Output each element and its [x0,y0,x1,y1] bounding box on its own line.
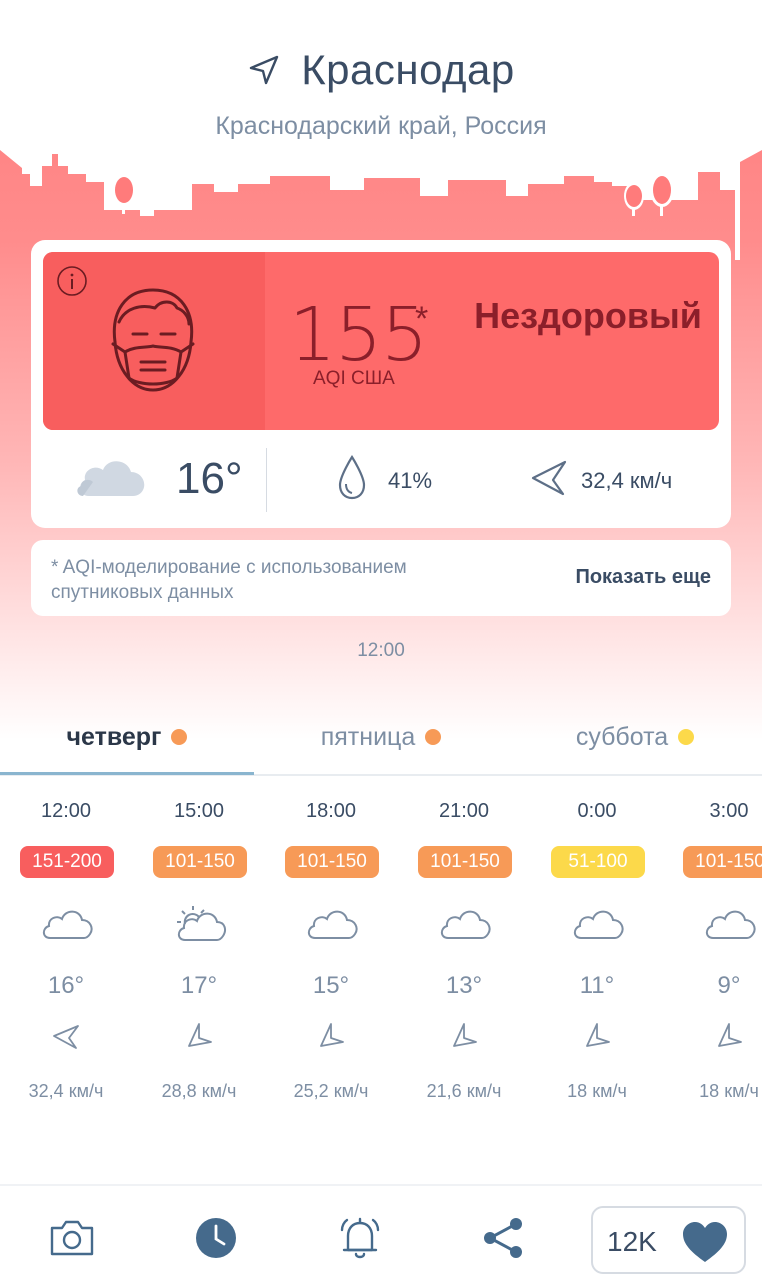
forecast-wind: 18 км/ч [567,1081,627,1101]
forecast-item[interactable]: 21:00 101-150 13° 21,6 км/ч [398,778,530,1128]
bell-icon[interactable] [336,1214,384,1262]
bottom-navigation: 12K [0,1184,762,1280]
wind-speed: 32,4 км/ч [581,468,673,493]
wind-arrow-icon [531,460,567,496]
aqi-range-badge: 101-150 [418,846,512,878]
cloud-icon [307,910,358,939]
aqi-range-badge: 101-150 [285,846,379,878]
forecast-wind: 25,2 км/ч [293,1081,369,1101]
forecast-wind: 18 км/ч [699,1081,759,1101]
forecast-wind: 21,6 км/ч [426,1081,502,1101]
tab-label: суббота [575,722,669,751]
forecast-wind: 32,4 км/ч [28,1081,104,1101]
update-time: 12:00 [357,640,405,661]
forecast-time: 15:00 [173,800,225,822]
humidity-value: 41% [388,468,433,493]
wind-arrow-icon [453,1023,477,1047]
forecast-wind: 28,8 км/ч [161,1081,237,1101]
forecast-time: 3:00 [709,800,749,822]
city-name[interactable]: Краснодар [301,46,515,94]
like-button[interactable]: 12K [591,1206,746,1274]
forecast-temperature: 15° [312,972,350,999]
wind-arrow-icon [320,1023,344,1047]
location-arrow-icon[interactable] [247,53,281,87]
cloud-icon [42,910,93,939]
satellite-note-card: * AQI-моделирование с использованием спу… [31,540,731,616]
aqi-range-badge: 101-150 [683,846,762,878]
forecast-time: 0:00 [577,800,617,822]
divider [266,448,267,512]
wind-arrow-icon [188,1023,212,1047]
cloud-icon [440,910,491,939]
aqi-status: Нездоровый [474,295,702,336]
forecast-item[interactable]: 18:00 101-150 15° 25,2 км/ч [265,778,397,1128]
tab-label: четверг [66,722,162,751]
aqi-range-badge: 51-100 [551,846,645,878]
aqi-card: 155 * AQI США Нездоровый 16° 41% 32,4 км… [31,240,731,528]
aqi-dot [425,729,442,745]
show-more-button[interactable]: Показать еще [575,566,711,589]
like-count: 12K [607,1226,657,1257]
tab-friday[interactable]: пятница [254,700,508,774]
cloud-icon [705,910,756,939]
forecast-temperature: 16° [47,972,85,999]
wind-arrow-icon [718,1023,742,1047]
wind-arrow-icon [586,1023,610,1047]
share-icon[interactable] [480,1214,528,1262]
forecast-time: 12:00 [40,800,92,822]
active-tab-indicator [0,772,254,775]
forecast-temperature: 11° [579,972,615,999]
forecast-temperature: 9° [717,972,741,999]
forecast-item[interactable]: 0:00 51-100 11° 18 км/ч [531,778,663,1128]
aqi-dot [678,729,695,745]
clock-icon[interactable] [192,1214,240,1262]
tab-label: пятница [320,722,416,751]
forecast-temperature: 13° [445,972,483,999]
forecast-item[interactable]: 15:00 101-150 17° 28,8 км/ч [133,778,265,1128]
current-temperature: 16° [176,454,243,503]
aqi-panel[interactable]: 155 * AQI США Нездоровый [43,252,719,430]
region-name: Краснодарский край, Россия [215,112,547,140]
camera-icon[interactable] [48,1214,96,1262]
forecast-time: 18:00 [305,800,357,822]
cloud-icon [77,461,145,496]
forecast-temperature: 17° [180,972,218,999]
mask-face-icon [111,288,195,392]
heart-icon [683,1222,727,1262]
info-icon[interactable] [55,264,89,298]
drop-icon [338,454,366,500]
tab-saturday[interactable]: суббота [508,700,762,774]
day-tabs: четверг пятница суббота [0,700,762,776]
tab-thursday[interactable]: четверг [0,700,254,774]
aqi-range-badge: 101-150 [153,846,247,878]
sun-cloud-icon [177,906,226,941]
hourly-forecast[interactable]: 12:00 151-200 16° 32,4 км/ч 15:00 101-15… [0,778,762,1128]
aqi-dot [171,729,188,745]
forecast-item[interactable]: 3:00 101-150 9° 18 км/ч [663,778,762,1128]
aqi-value: 155 [289,292,428,378]
satellite-note: * AQI-моделирование с использованием спу… [51,557,407,603]
aqi-asterisk: * [415,300,429,338]
current-weather-row: 16° 41% 32,4 км/ч [31,440,731,524]
location-header: Краснодар Краснодарский край, Россия [0,0,762,160]
forecast-item[interactable]: 12:00 151-200 16° 32,4 км/ч [0,778,132,1128]
cloud-icon [573,910,624,939]
aqi-unit: AQI США [313,368,395,389]
aqi-range-badge: 151-200 [20,846,114,878]
forecast-time: 21:00 [438,800,490,822]
wind-arrow-icon [53,1025,79,1049]
